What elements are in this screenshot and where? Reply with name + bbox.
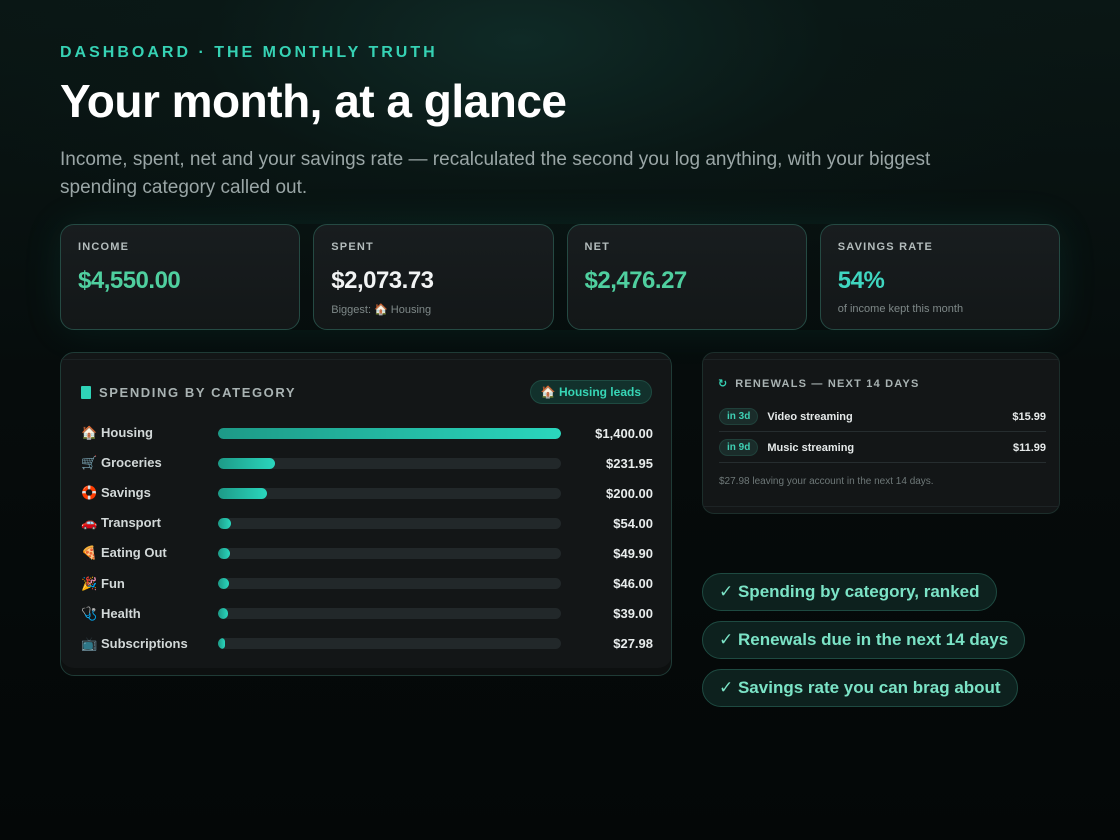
category-name: 🏠 Housing (81, 425, 218, 441)
renewal-due-pill: in 9d (719, 439, 759, 456)
category-name: 🛟 Savings (81, 485, 218, 501)
stat-label: SPENT (331, 241, 374, 253)
category-bar-fill (218, 578, 230, 589)
category-label: Groceries (101, 455, 162, 471)
category-name: 🍕 Eating Out (81, 545, 218, 561)
stat-note: of income kept this month (837, 303, 964, 315)
page-subtitle: Income, spent, net and your savings rate… (60, 149, 931, 198)
stat-label: SAVINGS RATE (837, 241, 934, 253)
category-label: Health (101, 605, 141, 621)
renewal-row[interactable]: in 3d Video streaming $15.99 (719, 402, 1046, 432)
category-bar-fill (218, 638, 225, 650)
renewals-header: ↻ RENEWALS — NEXT 14 DAYS (718, 377, 920, 391)
category-bar-track (218, 608, 561, 620)
category-bar-track (218, 427, 561, 439)
stat-card-savings-rate[interactable]: SAVINGS RATE 54% of income kept this mon… (819, 224, 1060, 330)
category-label: Transport (101, 515, 161, 531)
category-bar-track (218, 517, 561, 529)
category-name: 📺 Subscriptions (81, 636, 218, 652)
renewals-title: RENEWALS — NEXT 14 DAYS (735, 377, 920, 390)
category-icon: 🎉 (81, 575, 98, 591)
stat-card-income[interactable]: INCOME $4,550.00 (60, 224, 301, 330)
feature-chip-category: ✓ Spending by category, ranked (702, 573, 997, 611)
category-label: Subscriptions (101, 635, 188, 651)
renew-icon: ↻ (718, 378, 728, 390)
category-name: 🩺 Health (81, 606, 218, 622)
category-bar-fill (218, 517, 232, 529)
category-icon: 🛒 (81, 455, 98, 471)
feature-chip-savings: ✓ Savings rate you can brag about (702, 669, 1018, 707)
category-bar-track (218, 638, 561, 650)
category-amount: $231.95 (606, 455, 653, 471)
stat-card-spent[interactable]: SPENT $2,073.73 Biggest: 🏠 Housing (313, 224, 554, 330)
category-icon: 🍕 (81, 545, 98, 561)
renewals-footer: $27.98 leaving your account in the next … (719, 476, 934, 487)
category-bar-fill (218, 487, 267, 499)
category-amount: $49.90 (613, 545, 653, 561)
category-row[interactable]: 🎉 Fun $46.00 (81, 574, 653, 594)
renewal-name: Music streaming (767, 441, 855, 454)
category-amount: $27.98 (613, 636, 653, 652)
stat-note: Biggest: 🏠 Housing (331, 304, 432, 316)
top-category-badge: 🏠 Housing leads (529, 380, 652, 404)
category-icon: 🩺 (81, 605, 98, 621)
category-panel-title: SPENDING BY CATEGORY (99, 385, 297, 400)
renewal-row[interactable]: in 9d Music streaming $11.99 (719, 433, 1046, 463)
stat-label: NET (584, 241, 611, 253)
stat-value: $2,073.73 (331, 267, 434, 294)
stat-cards: INCOME $4,550.00 SPENT $2,073.73 Biggest… (60, 224, 1060, 330)
category-row[interactable]: 🛟 Savings $200.00 (81, 483, 653, 503)
category-name: 🚗 Transport (81, 515, 218, 531)
stat-value: 54% (837, 267, 885, 294)
category-bar-fill (218, 457, 275, 469)
stat-card-net[interactable]: NET $2,476.27 (566, 224, 807, 330)
category-bar-track (218, 547, 561, 559)
category-icon: 📺 (81, 635, 98, 651)
renewals-panel: ↻ RENEWALS — NEXT 14 DAYS in 3d Video st… (702, 352, 1060, 514)
category-amount: $54.00 (613, 515, 653, 531)
category-amount: $1,400.00 (595, 425, 653, 441)
category-bar-track (218, 578, 561, 589)
category-amount: $39.00 (613, 606, 653, 622)
category-label: Savings (101, 485, 151, 501)
category-marker-icon (81, 386, 91, 399)
category-icon: 🚗 (81, 515, 98, 531)
category-label: Housing (101, 425, 153, 440)
category-row[interactable]: 🍕 Eating Out $49.90 (81, 543, 653, 563)
renewal-price: $11.99 (1012, 441, 1046, 454)
category-amount: $46.00 (613, 576, 653, 591)
category-bar-fill (218, 427, 561, 439)
spending-by-category-panel: SPENDING BY CATEGORY 🏠 Housing leads 🏠 Ho… (60, 352, 672, 676)
category-row[interactable]: 🩺 Health $39.00 (81, 604, 653, 624)
category-label: Eating Out (101, 545, 167, 561)
feature-chip-renewals: ✓ Renewals due in the next 14 days (702, 621, 1026, 659)
category-amount: $200.00 (606, 485, 653, 501)
stat-label: INCOME (78, 241, 130, 253)
category-icon: 🛟 (81, 485, 98, 501)
renewal-due-pill: in 3d (719, 408, 759, 425)
category-bar-track (218, 487, 561, 499)
category-row[interactable]: 📺 Subscriptions $27.98 (81, 634, 653, 654)
category-label: Fun (101, 575, 125, 591)
category-name: 🎉 Fun (81, 576, 218, 592)
category-bar-fill (218, 547, 231, 559)
category-row[interactable]: 🏠 Housing $1,400.00 (81, 423, 653, 443)
category-name: 🛒 Groceries (81, 455, 218, 471)
page-eyebrow: DASHBOARD · THE MONTHLY TRUTH (60, 44, 438, 61)
renewal-price: $15.99 (1012, 410, 1046, 423)
renewal-name: Video streaming (767, 410, 853, 423)
category-row[interactable]: 🛒 Groceries $231.95 (81, 453, 653, 473)
category-row[interactable]: 🚗 Transport $54.00 (81, 513, 653, 533)
category-bar-fill (218, 608, 228, 620)
stat-value: $4,550.00 (78, 267, 181, 294)
category-bar-track (218, 457, 561, 469)
stat-value: $2,476.27 (584, 267, 688, 294)
category-icon: 🏠 (81, 425, 98, 440)
page-title: Your month, at a glance (60, 75, 567, 127)
category-panel-header: SPENDING BY CATEGORY (81, 385, 296, 400)
